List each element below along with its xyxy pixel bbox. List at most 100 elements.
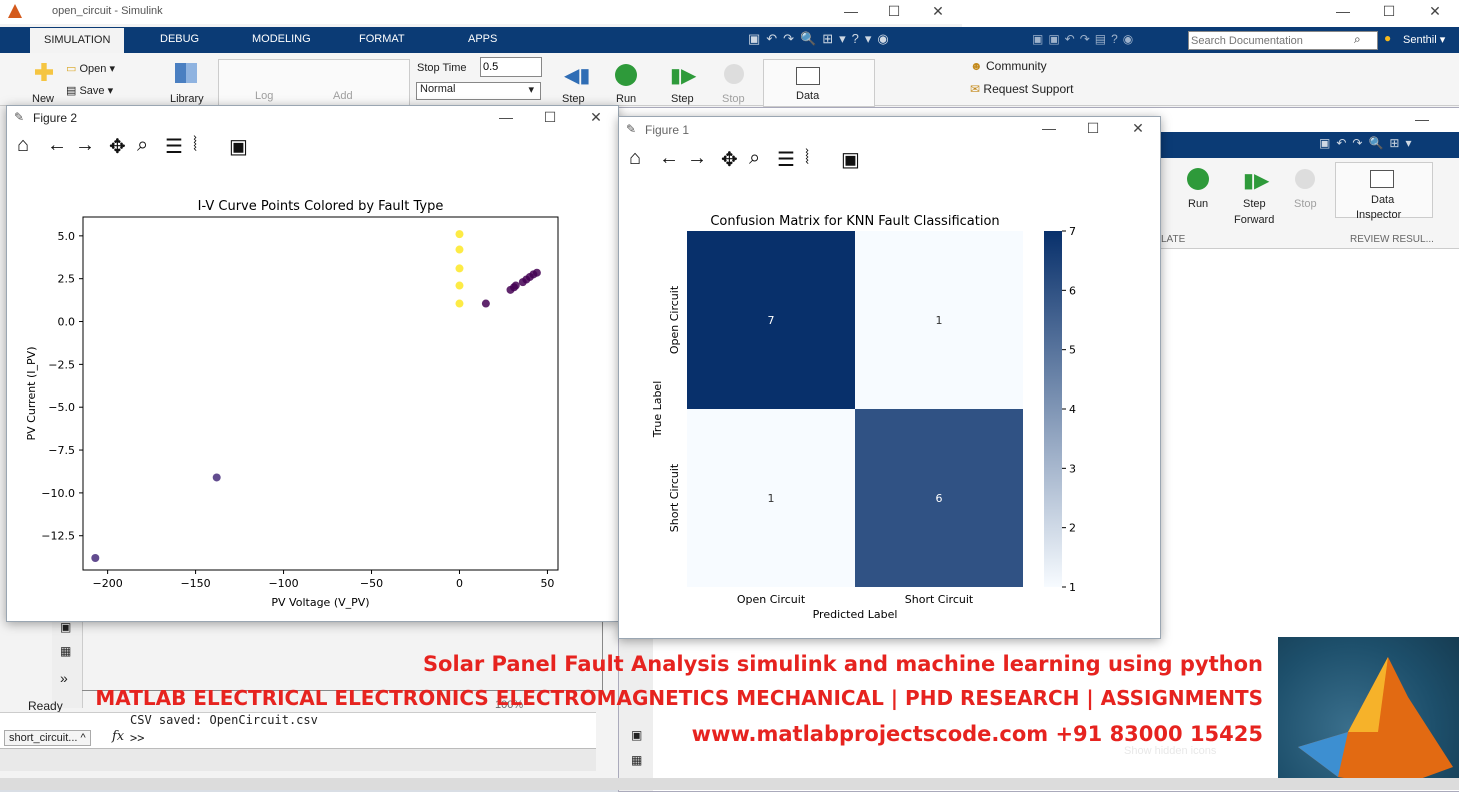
home-icon[interactable]: ⌂ <box>629 147 641 170</box>
y-axis-label: True Label <box>651 381 664 439</box>
bottom-scroll-strip[interactable] <box>0 748 596 771</box>
chart-title: I-V Curve Points Colored by Fault Type <box>198 199 444 214</box>
home-icon[interactable]: ⌂ <box>17 134 29 157</box>
second-camera-icon[interactable]: ▣ <box>631 728 642 742</box>
tab-simulation[interactable]: SIMULATION <box>30 28 125 53</box>
data-inspector-label-2[interactable]: Inspector <box>1356 209 1401 221</box>
step-back-button[interactable]: Step <box>562 93 585 105</box>
second-run-icon[interactable] <box>1187 168 1209 190</box>
request-support-link[interactable]: ✉ Request Support <box>970 82 1073 96</box>
stop-button[interactable]: Stop <box>722 93 745 105</box>
search-icon[interactable]: ⌕ <box>1354 32 1361 47</box>
edit-axis-icon[interactable]: ⦚ <box>805 147 809 170</box>
data-point <box>455 264 464 273</box>
expand-icon[interactable]: » <box>60 670 68 686</box>
quick-access-toolbar: ▣↶↷🔍⊞▾?▾◉ <box>748 31 895 46</box>
new-button-icon[interactable] <box>35 63 53 81</box>
camera-icon[interactable]: ▣ <box>60 620 71 634</box>
fig2-close-icon[interactable]: ✕ <box>585 109 607 126</box>
community-link[interactable]: ☻ Community <box>970 59 1047 73</box>
close-icon[interactable]: ✕ <box>927 3 949 20</box>
second-stop-button[interactable]: Stop <box>1294 198 1317 210</box>
cell-value: 7 <box>768 314 775 327</box>
colorbar-tick-label: 3 <box>1069 462 1076 475</box>
configure-subplots-icon[interactable]: ☰ <box>777 147 795 172</box>
figure-feather-icon: ✎ <box>14 110 25 124</box>
tab-debug[interactable]: DEBUG <box>160 33 199 45</box>
search-documentation-input[interactable] <box>1188 31 1378 50</box>
fig2-minimize-icon[interactable]: — <box>495 109 517 125</box>
pan-icon[interactable]: ✥ <box>109 134 126 159</box>
user-menu[interactable]: Senthil ▾ <box>1403 33 1445 46</box>
stop-icon[interactable] <box>724 64 744 84</box>
new-button[interactable]: New <box>32 93 54 105</box>
second-data-inspector-icon[interactable] <box>1370 170 1394 188</box>
minimize-icon[interactable]: — <box>840 3 862 19</box>
step-forward-button[interactable]: Step <box>671 93 694 105</box>
second-model-data-icon[interactable]: ▦ <box>631 753 642 767</box>
folder-icon: ▭ <box>66 63 77 75</box>
back-arrow-icon[interactable]: ← <box>47 134 67 157</box>
second-stop-icon[interactable] <box>1295 169 1315 189</box>
open-button[interactable]: ▭ Open ▾ <box>66 62 115 75</box>
help-minimize-icon[interactable]: — <box>1332 3 1354 19</box>
back-arrow-icon[interactable]: ← <box>659 147 679 170</box>
data-inspector-icon[interactable] <box>796 67 820 85</box>
save-figure-icon[interactable]: ▣ <box>841 147 860 172</box>
fig2-maximize-icon[interactable]: ☐ <box>539 109 561 126</box>
data-point <box>455 299 464 308</box>
show-hidden-icons-tooltip: Show hidden icons <box>1124 745 1217 757</box>
step-forward-icon[interactable]: ▮▶ <box>670 63 696 88</box>
model-data-icon[interactable]: ▦ <box>60 644 71 658</box>
notification-bell-icon[interactable]: ● <box>1384 31 1391 45</box>
open-label: Open <box>79 63 107 75</box>
tab-apps[interactable]: APPS <box>468 33 497 45</box>
tab-format[interactable]: FORMAT <box>359 33 405 45</box>
second-step-forward-icon[interactable]: ▮▶ <box>1243 168 1269 193</box>
library-icon[interactable] <box>175 63 197 83</box>
second-run-button[interactable]: Run <box>1188 198 1208 210</box>
log-button[interactable]: Log <box>255 90 273 102</box>
save-figure-icon[interactable]: ▣ <box>229 134 248 159</box>
data-inspector-button[interactable]: Data <box>796 90 819 102</box>
pan-icon[interactable]: ✥ <box>721 147 738 172</box>
save-button[interactable]: ▤ Save ▾ <box>66 84 113 97</box>
run-button[interactable]: Run <box>616 93 636 105</box>
step-forward-label-1[interactable]: Step <box>1243 198 1266 210</box>
taskbar <box>0 778 1459 790</box>
maximize-icon[interactable]: ☐ <box>883 3 905 20</box>
help-close-icon[interactable]: ✕ <box>1424 3 1446 20</box>
zoom-icon[interactable]: ⌕ <box>137 134 148 157</box>
x-tick-label: −100 <box>268 577 298 590</box>
library-button[interactable]: Library <box>170 93 204 105</box>
zoom-icon[interactable]: ⌕ <box>749 147 760 170</box>
ribbon-tabstrip: SIMULATION DEBUG MODELING FORMAT APPS ▣↶… <box>0 27 962 53</box>
y-tick-label: 0.0 <box>58 316 76 329</box>
fig1-maximize-icon[interactable]: ☐ <box>1082 120 1104 137</box>
stop-time-input[interactable] <box>480 57 542 77</box>
tab-modeling[interactable]: MODELING <box>252 33 311 45</box>
current-folder-tab[interactable]: short_circuit... ^ <box>4 730 91 746</box>
matlab-membrane-logo <box>1278 637 1459 790</box>
x-tick-label: −150 <box>180 577 210 590</box>
second-minimize-icon[interactable]: — <box>1411 111 1433 127</box>
fig1-minimize-icon[interactable]: — <box>1038 120 1060 136</box>
simulink-titlebar: open_circuit - Simulink — ☐ ✕ <box>0 0 962 24</box>
forward-arrow-icon[interactable]: → <box>687 147 707 170</box>
y-tick-label: −7.5 <box>48 444 75 457</box>
command-prompt[interactable]: >> <box>130 731 144 745</box>
fig1-close-icon[interactable]: ✕ <box>1127 120 1149 137</box>
step-back-icon[interactable]: ◀▮ <box>564 63 590 88</box>
simulation-mode-select[interactable]: Normal ▾ <box>416 82 541 100</box>
step-forward-label-2[interactable]: Forward <box>1234 214 1274 226</box>
run-icon[interactable] <box>615 64 637 86</box>
edit-axis-icon[interactable]: ⦚ <box>193 134 197 157</box>
data-inspector-label-1[interactable]: Data <box>1371 194 1394 206</box>
help-maximize-icon[interactable]: ☐ <box>1378 3 1400 20</box>
chart-title: Confusion Matrix for KNN Fault Classific… <box>710 214 999 229</box>
forward-arrow-icon[interactable]: → <box>75 134 95 157</box>
second-quick-access: ▣↶↷🔍⊞▾ <box>1319 136 1418 150</box>
data-point <box>455 281 464 290</box>
add-button[interactable]: Add <box>333 90 353 102</box>
configure-subplots-icon[interactable]: ☰ <box>165 134 183 159</box>
